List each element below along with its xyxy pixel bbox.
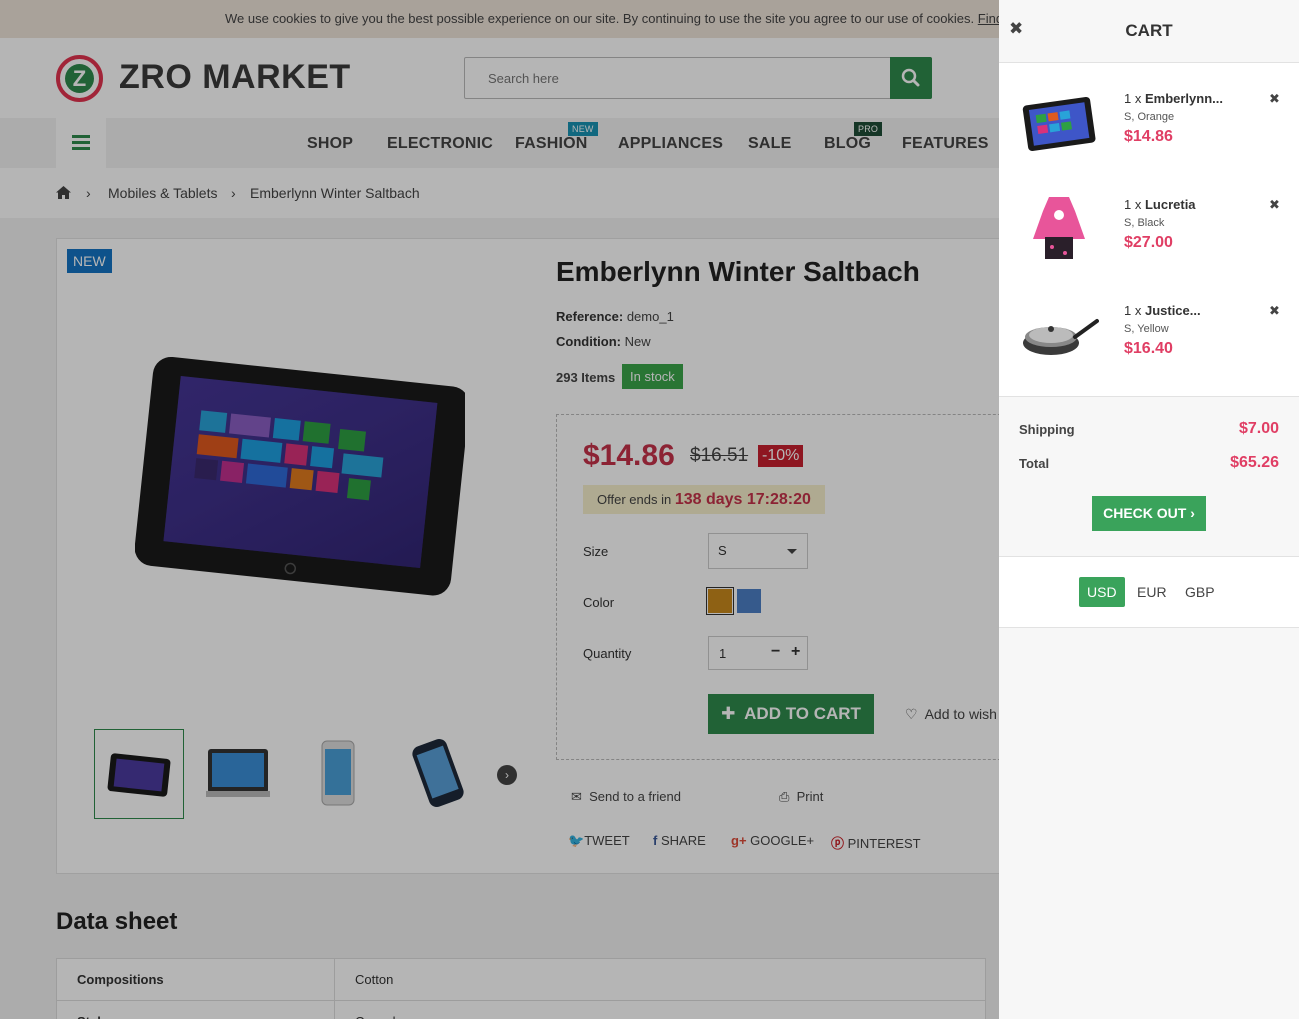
total-label: Total — [1019, 456, 1050, 471]
shipping-label: Shipping — [1019, 422, 1075, 437]
tablet-image[interactable] — [1019, 83, 1099, 163]
remove-icon[interactable]: ✖ — [1269, 303, 1280, 319]
cart-item-qty: 1 x — [1124, 197, 1142, 212]
cart-item: 1 x Lucretia S, Black $27.00 ✖ — [999, 179, 1299, 279]
cart-item-title: Justice... — [1144, 303, 1201, 318]
cart-item-attributes: S, Black — [1124, 217, 1165, 229]
cart-item-name[interactable]: 1 x Justice... — [1124, 303, 1201, 318]
cart-totals: Shipping $7.00 Total $65.26 CHECK OUT › — [999, 397, 1299, 557]
cart-title: CART — [1125, 21, 1173, 40]
cart-item-qty: 1 x — [1124, 91, 1142, 106]
total-value: $65.26 — [1230, 454, 1279, 471]
cart-item: 1 x Emberlynn... S, Orange $14.86 ✖ — [999, 73, 1299, 173]
cart-item-price: $27.00 — [1124, 234, 1173, 251]
cart-item-attributes: S, Orange — [1124, 111, 1175, 123]
cart-item-attributes: S, Yellow — [1124, 323, 1169, 335]
pan-image[interactable] — [1019, 295, 1099, 375]
currency-gbp[interactable]: GBP — [1177, 577, 1223, 607]
checkout-label: CHECK OUT — [1103, 505, 1187, 521]
cart-item-title: Lucretia — [1144, 197, 1196, 212]
checkout-button[interactable]: CHECK OUT › — [1092, 496, 1206, 531]
currency-switcher: USD EUR GBP — [999, 557, 1299, 628]
currency-eur[interactable]: EUR — [1129, 577, 1175, 607]
cart-header: ✖ CART — [999, 0, 1299, 63]
cart-items: 1 x Emberlynn... S, Orange $14.86 ✖ 1 x … — [999, 63, 1299, 397]
cart-panel: ✖ CART 1 x Emberlynn... S, Orange $14.86 — [999, 0, 1299, 1019]
cart-item-title: Emberlynn... — [1144, 91, 1223, 106]
currency-usd[interactable]: USD — [1079, 577, 1125, 607]
cart-item-name[interactable]: 1 x Lucretia — [1124, 197, 1196, 212]
cart-item: 1 x Justice... S, Yellow $16.40 ✖ — [999, 285, 1299, 385]
chevron-right-icon: › — [1190, 505, 1195, 521]
cart-item-price: $14.86 — [1124, 128, 1173, 145]
cart-item-name[interactable]: 1 x Emberlynn... — [1124, 91, 1223, 106]
dress-image[interactable] — [1019, 189, 1099, 269]
remove-icon[interactable]: ✖ — [1269, 91, 1280, 107]
remove-icon[interactable]: ✖ — [1269, 197, 1280, 213]
cart-item-price: $16.40 — [1124, 340, 1173, 357]
shipping-value: $7.00 — [1238, 420, 1279, 437]
cart-item-qty: 1 x — [1124, 303, 1142, 318]
